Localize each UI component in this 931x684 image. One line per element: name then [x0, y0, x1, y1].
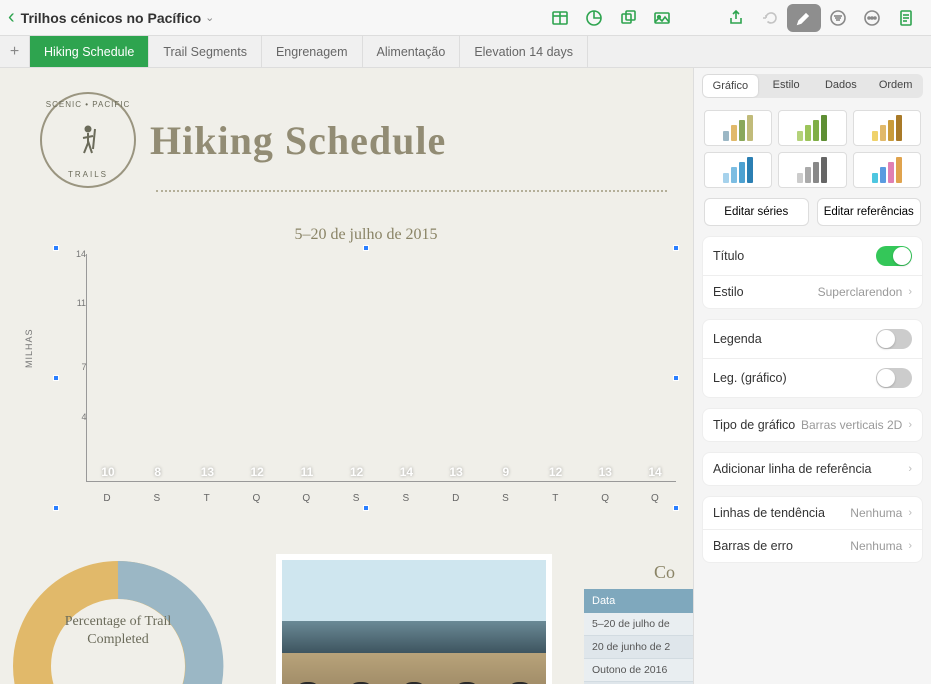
x-label: S: [341, 493, 371, 504]
y-tick: 4: [81, 412, 86, 422]
tab-engrenagem[interactable]: Engrenagem: [262, 36, 363, 67]
document-title[interactable]: Trilhos cénicos no Pacífico: [21, 10, 202, 26]
title-bar: ‹ Trilhos cénicos no Pacífico ⌄: [0, 0, 931, 36]
row-legenda[interactable]: Legenda: [703, 320, 922, 359]
x-label: T: [192, 493, 222, 504]
leg-grafico-toggle[interactable]: [876, 368, 912, 388]
back-button[interactable]: ‹: [8, 6, 15, 29]
tab-elevation[interactable]: Elevation 14 days: [460, 36, 588, 67]
bar-chart[interactable]: 14 11 7 4 1081312111214139121314 D S T Q Q S S…: [56, 248, 676, 508]
y-tick: 7: [81, 362, 86, 372]
photo[interactable]: [276, 554, 552, 684]
selection-handle[interactable]: [363, 505, 369, 511]
undo-icon[interactable]: [753, 4, 787, 32]
chart-style-thumb[interactable]: [778, 110, 846, 146]
tab-alimentacao[interactable]: Alimentação: [363, 36, 461, 67]
row-tipo[interactable]: Tipo de gráficoBarras verticais 2D›: [703, 409, 922, 441]
share-icon[interactable]: [719, 4, 753, 32]
seg-dados[interactable]: Dados: [814, 74, 869, 98]
shape-icon[interactable]: [611, 4, 645, 32]
table-header: Data: [584, 589, 693, 613]
table-row[interactable]: 5–20 de julho de: [584, 613, 693, 636]
selection-handle[interactable]: [363, 245, 369, 251]
x-label: S: [391, 493, 421, 504]
x-label: T: [541, 493, 571, 504]
chart-style-thumbnails: [694, 106, 931, 198]
legenda-toggle[interactable]: [876, 329, 912, 349]
chevron-right-icon: ›: [908, 507, 912, 519]
selection-handle[interactable]: [673, 245, 679, 251]
chart-style-thumb[interactable]: [704, 152, 772, 188]
x-label: Q: [590, 493, 620, 504]
table-icon[interactable]: [543, 4, 577, 32]
row-tendencia[interactable]: Linhas de tendênciaNenhuma›: [703, 497, 922, 530]
chart-style-thumb[interactable]: [853, 152, 921, 188]
selection-handle[interactable]: [53, 505, 59, 511]
row-leg-grafico[interactable]: Leg. (gráfico): [703, 359, 922, 397]
x-label: Q: [640, 493, 670, 504]
title-dropdown-icon[interactable]: ⌄: [205, 11, 214, 24]
logo-badge: SCENIC • PACIFIC TRAILS: [40, 92, 136, 188]
row-add-ref[interactable]: Adicionar linha de referência›: [703, 453, 922, 485]
table-title: Co: [584, 562, 693, 583]
chart-title: 5–20 de julho de 2015: [56, 226, 676, 244]
donut-label: Percentage of Trail Completed: [58, 613, 178, 648]
row-erro[interactable]: Barras de erroNenhuma›: [703, 530, 922, 562]
chevron-right-icon: ›: [908, 286, 912, 298]
more-icon[interactable]: [855, 4, 889, 32]
donut-chart[interactable]: Percentage of Trail Completed: [0, 548, 240, 684]
table-row[interactable]: Outono de 2016: [584, 659, 693, 682]
tab-trail-segments[interactable]: Trail Segments: [149, 36, 262, 67]
add-sheet-button[interactable]: +: [0, 36, 30, 67]
format-sidebar: Gráfico Estilo Dados Ordem Editar séries…: [693, 68, 931, 684]
y-axis-label: MILHAS: [24, 328, 34, 368]
media-icon[interactable]: [645, 4, 679, 32]
x-label: Q: [291, 493, 321, 504]
tab-hiking-schedule[interactable]: Hiking Schedule: [30, 36, 149, 67]
chart-style-thumb[interactable]: [704, 110, 772, 146]
x-label: S: [142, 493, 172, 504]
chart-style-thumb[interactable]: [778, 152, 846, 188]
x-labels: DSTQQSSDSTQQ: [86, 493, 676, 504]
filter-icon[interactable]: [821, 4, 855, 32]
chart-style-thumb[interactable]: [853, 110, 921, 146]
x-label: D: [441, 493, 471, 504]
x-label: S: [491, 493, 521, 504]
document-panel-icon[interactable]: [889, 4, 923, 32]
sheet-tabs: + Hiking Schedule Trail Segments Engrena…: [0, 36, 931, 68]
y-tick: 14: [76, 249, 86, 259]
chevron-right-icon: ›: [908, 419, 912, 431]
edit-refs-button[interactable]: Editar referências: [817, 198, 922, 226]
row-estilo[interactable]: EstiloSuperclarendon›: [703, 276, 922, 308]
bars-area: 14 11 7 4 1081312111214139121314: [86, 254, 676, 482]
seg-estilo[interactable]: Estilo: [759, 74, 814, 98]
table-row[interactable]: 20 de junho de 2: [584, 636, 693, 659]
divider: [156, 190, 667, 192]
row-titulo[interactable]: Título: [703, 237, 922, 276]
schedule-table[interactable]: Co Data 5–20 de julho de 20 de junho de …: [584, 562, 693, 684]
x-label: Q: [242, 493, 272, 504]
selection-handle[interactable]: [673, 505, 679, 511]
chart-icon[interactable]: [577, 4, 611, 32]
chevron-right-icon: ›: [908, 540, 912, 552]
inspector-segments: Gráfico Estilo Dados Ordem: [702, 74, 923, 98]
titulo-toggle[interactable]: [876, 246, 912, 266]
y-tick: 11: [77, 298, 86, 308]
seg-grafico[interactable]: Gráfico: [703, 75, 758, 97]
edit-series-button[interactable]: Editar séries: [704, 198, 809, 226]
format-brush-icon[interactable]: [787, 4, 821, 32]
selection-handle[interactable]: [53, 375, 59, 381]
x-label: D: [92, 493, 122, 504]
canvas[interactable]: SCENIC • PACIFIC TRAILS Hiking Schedule …: [0, 68, 693, 684]
selection-handle[interactable]: [53, 245, 59, 251]
chevron-right-icon: ›: [908, 463, 912, 475]
page-title: Hiking Schedule: [150, 117, 446, 164]
seg-ordem[interactable]: Ordem: [868, 74, 923, 98]
